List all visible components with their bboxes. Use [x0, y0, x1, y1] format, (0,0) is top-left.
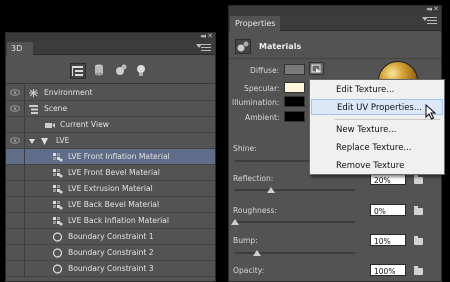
- diffuse-texture-button[interactable]: [309, 62, 324, 75]
- list-item-boundary-constraint-3[interactable]: Boundary Constraint 3: [6, 261, 215, 277]
- scene-icon: [29, 105, 38, 114]
- tab-properties[interactable]: Properties: [230, 16, 280, 31]
- reflection-slider[interactable]: [235, 189, 355, 191]
- visibility-eye-icon[interactable]: [10, 137, 20, 144]
- row-label: LVE Back Bevel Material: [68, 200, 160, 209]
- collapse-icon[interactable]: ◂◂: [426, 5, 432, 13]
- illumination-color-swatch[interactable]: [284, 96, 305, 107]
- material-icon: [53, 185, 63, 194]
- list-item-boundary-constraint-1[interactable]: Boundary Constraint 1: [6, 229, 215, 245]
- list-item-back-bevel-material[interactable]: LVE Back Bevel Material: [6, 197, 215, 213]
- mesh-icon: [41, 138, 48, 145]
- row-label: LVE Front Inflation Material: [68, 152, 170, 161]
- 3d-panel: ◂◂ ✕ 3D Environment Scene Current View L…: [5, 32, 216, 282]
- 3d-layer-list: Environment Scene Current View LVE LVE F…: [6, 85, 215, 277]
- list-item-environment[interactable]: Environment: [6, 85, 215, 101]
- bump-slider-knob[interactable]: [253, 250, 261, 256]
- materials-filter-icon[interactable]: [114, 63, 130, 79]
- section-title: Materials: [259, 42, 302, 51]
- tab-3d[interactable]: 3D: [7, 42, 33, 55]
- reflection-folder-icon[interactable]: [414, 175, 423, 184]
- lights-filter-icon[interactable]: [134, 63, 150, 79]
- camera-icon: [45, 123, 55, 128]
- menu-item-edit-texture[interactable]: Edit Texture...: [311, 82, 443, 98]
- list-item-front-inflation-material[interactable]: LVE Front Inflation Material: [6, 149, 215, 165]
- shine-label: Shine:: [233, 144, 257, 153]
- diffuse-label: Diffuse:: [250, 66, 280, 75]
- opacity-folder-icon[interactable]: [414, 266, 423, 275]
- bump-label: Bump:: [233, 236, 258, 245]
- list-item-current-view[interactable]: Current View: [6, 117, 215, 133]
- material-icon: [53, 201, 63, 210]
- materials-header: Materials: [229, 33, 441, 59]
- material-icon: [53, 169, 63, 178]
- specular-label: Specular:: [244, 84, 280, 93]
- expand-triangle-icon[interactable]: [28, 136, 36, 146]
- close-icon[interactable]: ✕: [433, 5, 439, 13]
- meshes-filter-icon[interactable]: [92, 63, 108, 79]
- material-icon: [53, 217, 63, 226]
- roughness-folder-icon[interactable]: [414, 206, 423, 215]
- collapse-icon[interactable]: ◂◂: [200, 32, 206, 40]
- row-label: LVE Extrusion Material: [68, 184, 153, 193]
- constraint-icon: [52, 248, 63, 258]
- constraint-icon: [52, 264, 63, 274]
- properties-tabbar: Properties: [229, 14, 441, 31]
- constraint-icon: [52, 232, 63, 242]
- texture-context-menu: Edit Texture... Edit UV Properties... Ne…: [309, 79, 445, 175]
- specular-color-swatch[interactable]: [284, 82, 305, 93]
- ambient-color-swatch[interactable]: [284, 111, 305, 122]
- material-icon: [53, 153, 63, 162]
- row-label: Environment: [44, 88, 93, 97]
- mouse-cursor-icon: [425, 104, 437, 120]
- roughness-input[interactable]: 0%: [370, 204, 406, 216]
- list-item-front-bevel-material[interactable]: LVE Front Bevel Material: [6, 165, 215, 181]
- row-label: LVE Front Bevel Material: [68, 168, 160, 177]
- illumination-label: Illumination:: [232, 98, 280, 107]
- ambient-label: Ambient:: [245, 113, 280, 122]
- list-item-scene[interactable]: Scene: [6, 101, 215, 117]
- opacity-input[interactable]: 100%: [370, 264, 406, 276]
- list-item-lve[interactable]: LVE: [6, 133, 215, 149]
- roughness-label: Roughness:: [233, 206, 277, 215]
- 3d-panel-titlebar: ◂◂ ✕: [6, 32, 215, 41]
- opacity-label: Opacity:: [233, 266, 265, 275]
- list-item-back-inflation-material[interactable]: LVE Back Inflation Material: [6, 213, 215, 229]
- properties-titlebar: ◂◂ ✕: [229, 5, 441, 14]
- roughness-slider-knob[interactable]: [231, 219, 239, 225]
- row-label: Scene: [44, 104, 68, 113]
- row-label: LVE: [56, 136, 70, 145]
- visibility-eye-icon[interactable]: [10, 89, 20, 96]
- menu-item-new-texture[interactable]: New Texture...: [311, 122, 443, 138]
- bump-folder-icon[interactable]: [414, 236, 423, 245]
- list-item-extrusion-material[interactable]: LVE Extrusion Material: [6, 181, 215, 197]
- whole-scene-filter-icon[interactable]: [70, 63, 86, 79]
- row-label: Boundary Constraint 3: [68, 264, 154, 273]
- panel-menu-icon[interactable]: [422, 17, 437, 25]
- 3d-panel-tabbar: 3D: [6, 41, 215, 55]
- row-label: Boundary Constraint 1: [68, 232, 154, 241]
- menu-item-remove-texture[interactable]: Remove Texture: [311, 158, 443, 174]
- row-label: LVE Back Inflation Material: [68, 216, 169, 225]
- roughness-slider[interactable]: [235, 221, 355, 223]
- visibility-eye-icon[interactable]: [10, 105, 20, 112]
- 3d-filter-bar: [6, 56, 215, 84]
- close-icon[interactable]: ✕: [207, 32, 213, 40]
- environment-icon: [29, 89, 38, 97]
- diffuse-color-swatch[interactable]: [284, 64, 305, 75]
- list-item-boundary-constraint-2[interactable]: Boundary Constraint 2: [6, 245, 215, 261]
- row-label: Current View: [60, 120, 109, 129]
- reflection-slider-knob[interactable]: [267, 187, 275, 193]
- reflection-label: Reflection:: [233, 174, 274, 183]
- menu-item-replace-texture[interactable]: Replace Texture...: [311, 140, 443, 156]
- menu-item-edit-uv-properties[interactable]: Edit UV Properties...: [311, 99, 443, 115]
- panel-menu-icon[interactable]: [196, 44, 211, 52]
- row-label: Boundary Constraint 2: [68, 248, 154, 257]
- materials-icon[interactable]: [235, 39, 251, 54]
- bump-input[interactable]: 10%: [370, 234, 406, 246]
